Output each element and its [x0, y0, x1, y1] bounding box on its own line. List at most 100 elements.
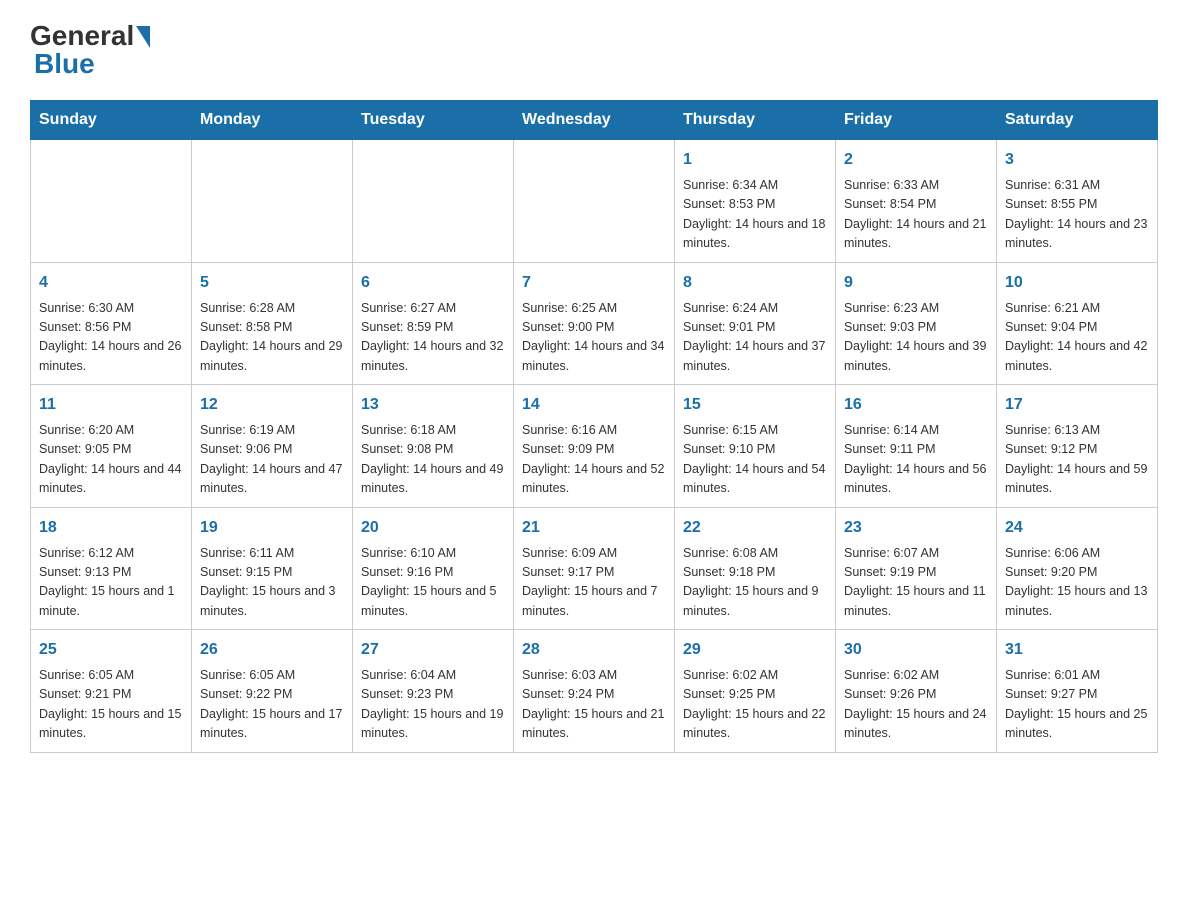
- day-info: Sunrise: 6:05 AMSunset: 9:22 PMDaylight:…: [200, 666, 344, 744]
- day-info: Sunrise: 6:34 AMSunset: 8:53 PMDaylight:…: [683, 176, 827, 254]
- day-number: 25: [39, 638, 183, 662]
- day-info: Sunrise: 6:33 AMSunset: 8:54 PMDaylight:…: [844, 176, 988, 254]
- table-row: 1 Sunrise: 6:34 AMSunset: 8:53 PMDaylight…: [675, 140, 836, 263]
- table-row: 7Sunrise: 6:25 AMSunset: 9:00 PMDaylight…: [514, 262, 675, 385]
- day-info: Sunrise: 6:04 AMSunset: 9:23 PMDaylight:…: [361, 666, 505, 744]
- day-number: 1: [683, 148, 827, 172]
- day-number: 31: [1005, 638, 1149, 662]
- day-number: 2: [844, 148, 988, 172]
- calendar-header-row: Sunday Monday Tuesday Wednesday Thursday…: [31, 101, 1158, 140]
- col-monday: Monday: [192, 101, 353, 140]
- table-row: 14Sunrise: 6:16 AMSunset: 9:09 PMDayligh…: [514, 385, 675, 508]
- day-info: Sunrise: 6:19 AMSunset: 9:06 PMDaylight:…: [200, 421, 344, 499]
- day-number: 12: [200, 393, 344, 417]
- day-number: 19: [200, 516, 344, 540]
- day-number: 15: [683, 393, 827, 417]
- day-number: 21: [522, 516, 666, 540]
- day-info: Sunrise: 6:05 AMSunset: 9:21 PMDaylight:…: [39, 666, 183, 744]
- table-row: 15 Sunrise: 6:15 AMSunset: 9:10 PMDayligh…: [675, 385, 836, 508]
- day-number: 9: [844, 271, 988, 295]
- table-row: 29 Sunrise: 6:02 AMSunset: 9:25 PMDayligh…: [675, 630, 836, 753]
- day-info: Sunrise: 6:01 AMSunset: 9:27 PMDaylight:…: [1005, 666, 1149, 744]
- table-row: 22Sunrise: 6:08 AMSunset: 9:18 PMDayligh…: [675, 507, 836, 630]
- table-row: 2 Sunrise: 6:33 AMSunset: 8:54 PMDaylight…: [836, 140, 997, 263]
- table-row: 25 Sunrise: 6:05 AMSunset: 9:21 PMDayligh…: [31, 630, 192, 753]
- table-row: 26 Sunrise: 6:05 AMSunset: 9:22 PMDayligh…: [192, 630, 353, 753]
- day-number: 23: [844, 516, 988, 540]
- table-row: 16Sunrise: 6:14 AMSunset: 9:11 PMDayligh…: [836, 385, 997, 508]
- day-info: Sunrise: 6:24 AMSunset: 9:01 PMDaylight:…: [683, 299, 827, 377]
- day-number: 6: [361, 271, 505, 295]
- col-wednesday: Wednesday: [514, 101, 675, 140]
- day-info: Sunrise: 6:28 AMSunset: 8:58 PMDaylight:…: [200, 299, 344, 377]
- day-info: Sunrise: 6:15 AMSunset: 9:10 PMDaylight:…: [683, 421, 827, 499]
- calendar-week-row: 4Sunrise: 6:30 AMSunset: 8:56 PMDaylight…: [31, 262, 1158, 385]
- day-number: 16: [844, 393, 988, 417]
- table-row: [353, 140, 514, 263]
- day-number: 29: [683, 638, 827, 662]
- day-info: Sunrise: 6:21 AMSunset: 9:04 PMDaylight:…: [1005, 299, 1149, 377]
- day-info: Sunrise: 6:08 AMSunset: 9:18 PMDaylight:…: [683, 544, 827, 622]
- day-info: Sunrise: 6:02 AMSunset: 9:25 PMDaylight:…: [683, 666, 827, 744]
- col-thursday: Thursday: [675, 101, 836, 140]
- day-info: Sunrise: 6:09 AMSunset: 9:17 PMDaylight:…: [522, 544, 666, 622]
- calendar-week-row: 25 Sunrise: 6:05 AMSunset: 9:21 PMDayligh…: [31, 630, 1158, 753]
- col-tuesday: Tuesday: [353, 101, 514, 140]
- day-info: Sunrise: 6:18 AMSunset: 9:08 PMDaylight:…: [361, 421, 505, 499]
- table-row: 10 Sunrise: 6:21 AMSunset: 9:04 PMDayligh…: [997, 262, 1158, 385]
- day-number: 11: [39, 393, 183, 417]
- col-friday: Friday: [836, 101, 997, 140]
- day-info: Sunrise: 6:06 AMSunset: 9:20 PMDaylight:…: [1005, 544, 1149, 622]
- table-row: [514, 140, 675, 263]
- table-row: 31 Sunrise: 6:01 AMSunset: 9:27 PMDayligh…: [997, 630, 1158, 753]
- table-row: [31, 140, 192, 263]
- table-row: 11Sunrise: 6:20 AMSunset: 9:05 PMDayligh…: [31, 385, 192, 508]
- table-row: 23 Sunrise: 6:07 AMSunset: 9:19 PMDayligh…: [836, 507, 997, 630]
- day-number: 7: [522, 271, 666, 295]
- table-row: 20 Sunrise: 6:10 AMSunset: 9:16 PMDayligh…: [353, 507, 514, 630]
- day-number: 18: [39, 516, 183, 540]
- table-row: 12 Sunrise: 6:19 AMSunset: 9:06 PMDayligh…: [192, 385, 353, 508]
- table-row: 24 Sunrise: 6:06 AMSunset: 9:20 PMDayligh…: [997, 507, 1158, 630]
- table-row: 8 Sunrise: 6:24 AMSunset: 9:01 PMDaylight…: [675, 262, 836, 385]
- table-row: 27 Sunrise: 6:04 AMSunset: 9:23 PMDayligh…: [353, 630, 514, 753]
- page-header: General Blue: [30, 20, 1158, 80]
- day-number: 8: [683, 271, 827, 295]
- table-row: 4Sunrise: 6:30 AMSunset: 8:56 PMDaylight…: [31, 262, 192, 385]
- day-info: Sunrise: 6:03 AMSunset: 9:24 PMDaylight:…: [522, 666, 666, 744]
- table-row: 21 Sunrise: 6:09 AMSunset: 9:17 PMDayligh…: [514, 507, 675, 630]
- table-row: 17 Sunrise: 6:13 AMSunset: 9:12 PMDayligh…: [997, 385, 1158, 508]
- day-number: 20: [361, 516, 505, 540]
- calendar-week-row: 11Sunrise: 6:20 AMSunset: 9:05 PMDayligh…: [31, 385, 1158, 508]
- day-info: Sunrise: 6:12 AMSunset: 9:13 PMDaylight:…: [39, 544, 183, 622]
- day-info: Sunrise: 6:10 AMSunset: 9:16 PMDaylight:…: [361, 544, 505, 622]
- day-number: 27: [361, 638, 505, 662]
- day-number: 17: [1005, 393, 1149, 417]
- day-info: Sunrise: 6:13 AMSunset: 9:12 PMDaylight:…: [1005, 421, 1149, 499]
- logo: General Blue: [30, 20, 150, 80]
- table-row: 6 Sunrise: 6:27 AMSunset: 8:59 PMDaylight…: [353, 262, 514, 385]
- day-number: 5: [200, 271, 344, 295]
- day-number: 3: [1005, 148, 1149, 172]
- day-number: 30: [844, 638, 988, 662]
- day-info: Sunrise: 6:31 AMSunset: 8:55 PMDaylight:…: [1005, 176, 1149, 254]
- table-row: [192, 140, 353, 263]
- day-info: Sunrise: 6:07 AMSunset: 9:19 PMDaylight:…: [844, 544, 988, 622]
- table-row: 9Sunrise: 6:23 AMSunset: 9:03 PMDaylight…: [836, 262, 997, 385]
- day-number: 28: [522, 638, 666, 662]
- col-sunday: Sunday: [31, 101, 192, 140]
- table-row: 13 Sunrise: 6:18 AMSunset: 9:08 PMDayligh…: [353, 385, 514, 508]
- day-number: 10: [1005, 271, 1149, 295]
- day-info: Sunrise: 6:30 AMSunset: 8:56 PMDaylight:…: [39, 299, 183, 377]
- day-number: 26: [200, 638, 344, 662]
- table-row: 5 Sunrise: 6:28 AMSunset: 8:58 PMDaylight…: [192, 262, 353, 385]
- col-saturday: Saturday: [997, 101, 1158, 140]
- calendar-week-row: 1 Sunrise: 6:34 AMSunset: 8:53 PMDaylight…: [31, 140, 1158, 263]
- day-number: 13: [361, 393, 505, 417]
- calendar-table: Sunday Monday Tuesday Wednesday Thursday…: [30, 100, 1158, 753]
- day-number: 24: [1005, 516, 1149, 540]
- day-info: Sunrise: 6:11 AMSunset: 9:15 PMDaylight:…: [200, 544, 344, 622]
- day-info: Sunrise: 6:16 AMSunset: 9:09 PMDaylight:…: [522, 421, 666, 499]
- table-row: 19 Sunrise: 6:11 AMSunset: 9:15 PMDayligh…: [192, 507, 353, 630]
- day-info: Sunrise: 6:27 AMSunset: 8:59 PMDaylight:…: [361, 299, 505, 377]
